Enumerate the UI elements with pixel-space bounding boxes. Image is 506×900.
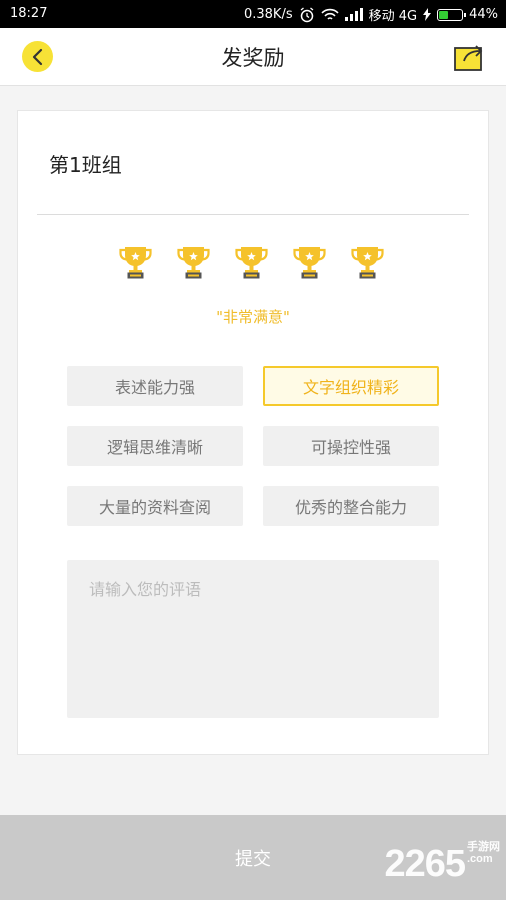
tag-0[interactable]: 表述能力强: [67, 366, 243, 406]
comment-input[interactable]: [67, 560, 439, 718]
tag-5[interactable]: 优秀的整合能力: [263, 486, 439, 526]
tag-2[interactable]: 逻辑思维清晰: [67, 426, 243, 466]
watermark-line1: 手游网: [467, 841, 500, 853]
watermark-line2: .com: [467, 853, 493, 865]
battery-percent: 44%: [469, 7, 498, 22]
tag-1[interactable]: 文字组织精彩: [263, 366, 439, 406]
page-title: 发奖励: [221, 46, 285, 70]
network-speed: 0.38K/s: [243, 7, 293, 22]
watermark-suffix: 手游网 .com: [467, 841, 500, 865]
wifi-icon: [321, 8, 339, 20]
trophy-icon-4[interactable]: [293, 243, 326, 279]
battery-level: [439, 10, 449, 19]
submit-button[interactable]: 提交 2265 手游网 .com: [0, 815, 506, 900]
status-bar: 18:27 0.38K/s 移动 4G 44%: [0, 0, 506, 28]
carrier-label: 移动 4G: [368, 9, 418, 24]
trophy-rating[interactable]: [119, 243, 384, 279]
group-name: 第1班组: [49, 153, 122, 177]
alarm-icon: [300, 6, 314, 22]
tag-3[interactable]: 可操控性强: [263, 426, 439, 466]
rating-text: "非常满意": [216, 308, 290, 326]
share-icon: [454, 45, 483, 71]
battery-icon: [437, 8, 467, 21]
reward-card: 第1班组 "非常满意" 表述能力强 文字组织精彩 逻辑思维清晰 可操控性强 大量…: [17, 110, 489, 755]
charging-icon: [423, 8, 432, 21]
trophy-icon-2[interactable]: [177, 243, 210, 279]
divider: [37, 214, 469, 215]
submit-label: 提交: [235, 848, 271, 870]
trophy-icon-5[interactable]: [351, 243, 384, 279]
status-right-group: 0.38K/s 移动 4G 44%: [244, 5, 498, 24]
watermark-number: 2265: [384, 843, 466, 885]
status-time: 18:27: [10, 6, 48, 21]
watermark-logo: 2265 手游网 .com: [384, 841, 500, 886]
trophy-icon-3[interactable]: [235, 243, 268, 279]
tag-4[interactable]: 大量的资料查阅: [67, 486, 243, 526]
share-button[interactable]: [452, 41, 486, 73]
title-bar: 发奖励: [0, 28, 506, 86]
trophy-icon-1[interactable]: [119, 243, 152, 279]
signal-icon: [344, 8, 363, 21]
